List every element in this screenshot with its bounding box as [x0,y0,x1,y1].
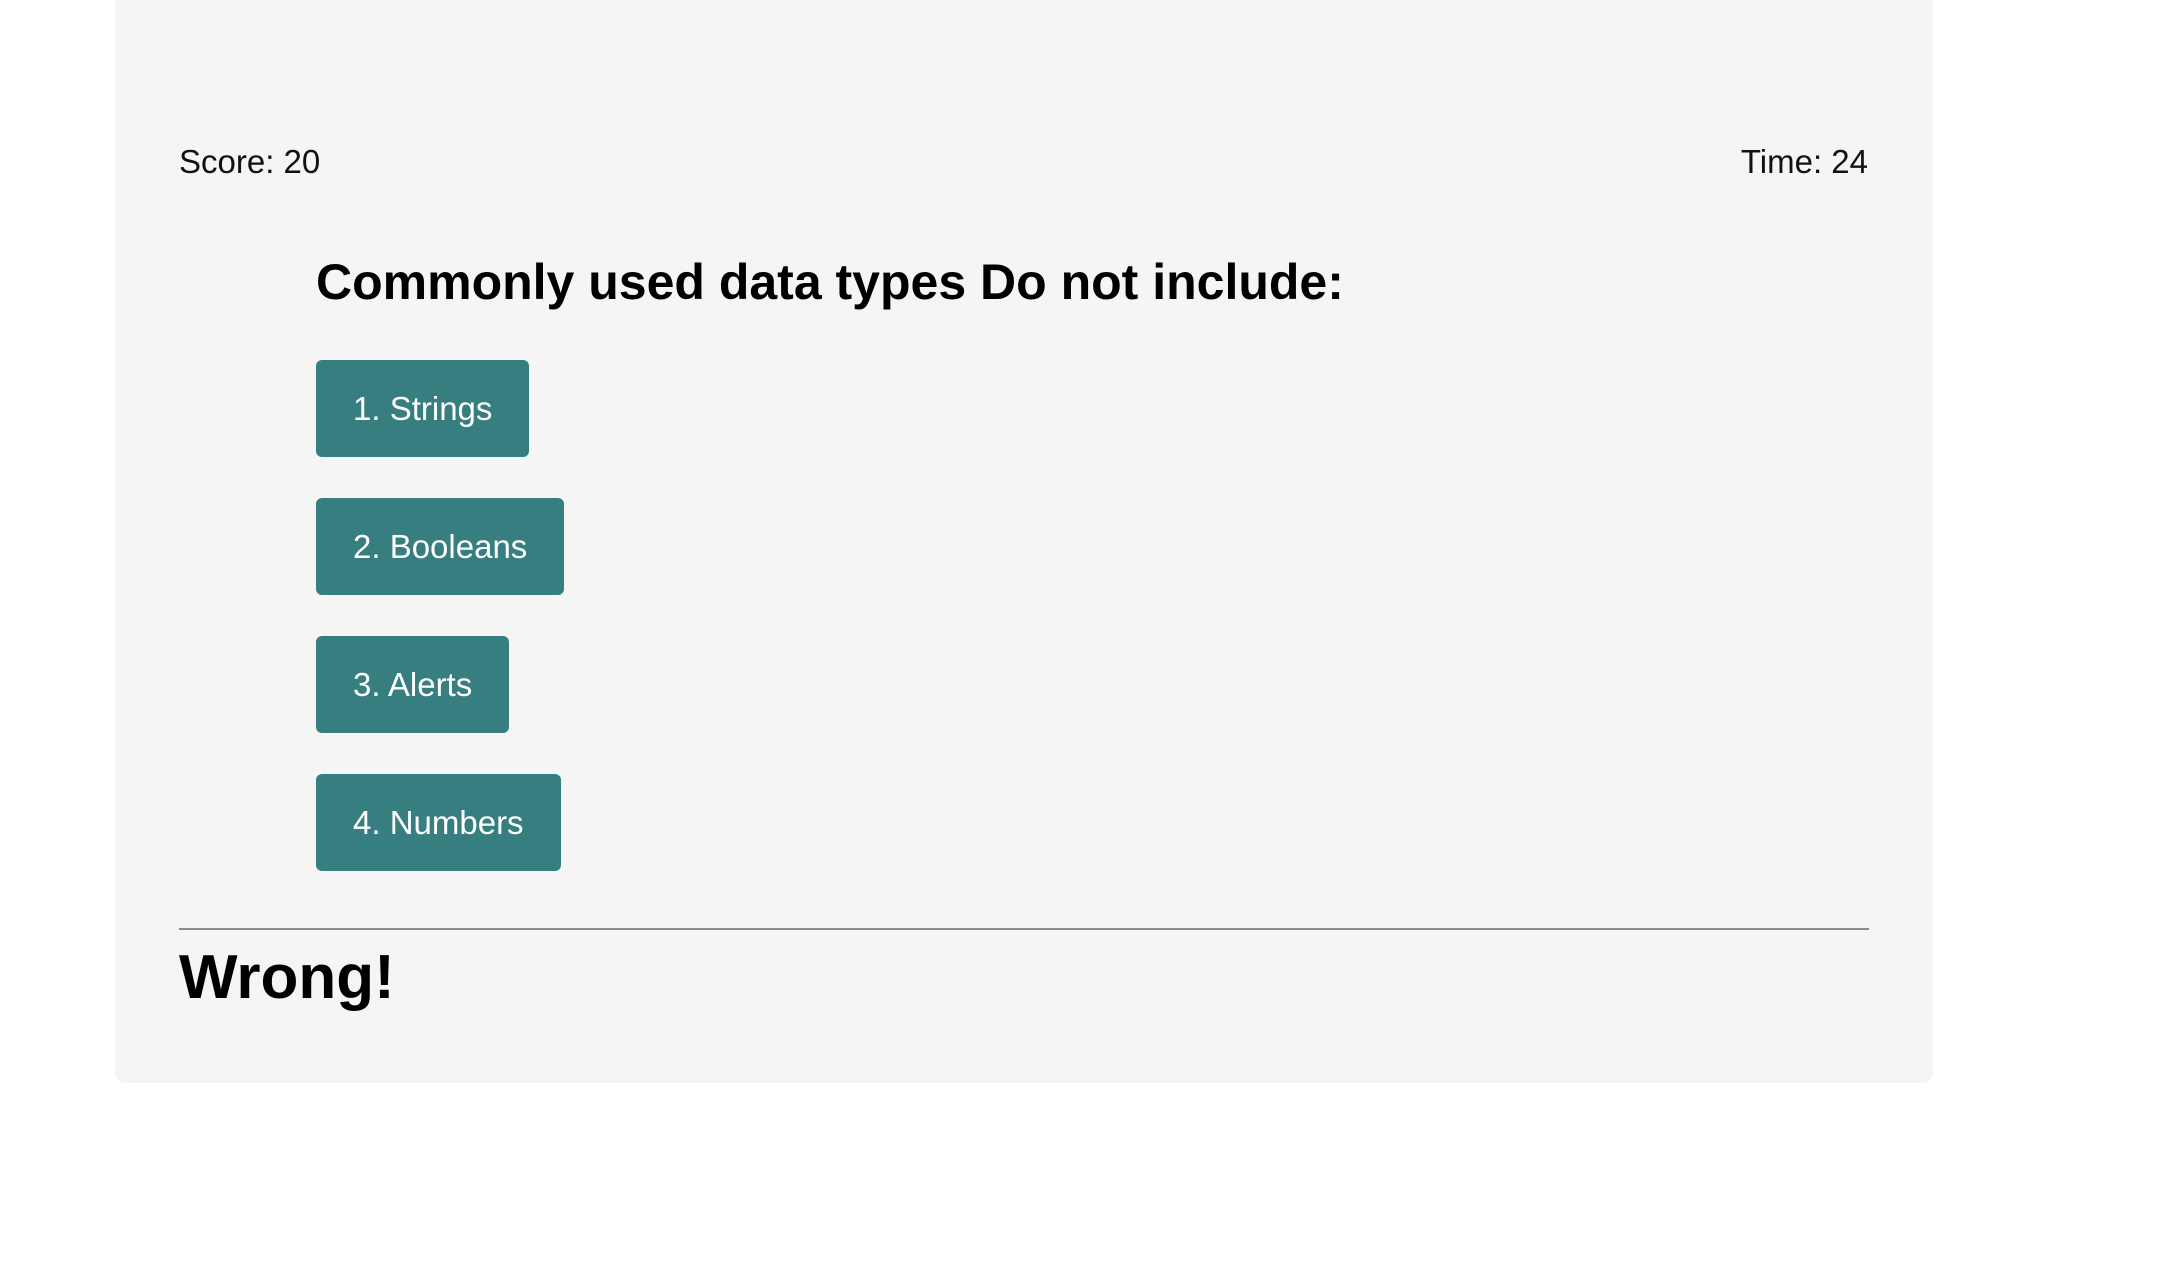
choice-numbers-button[interactable]: 4. Numbers [316,774,561,871]
timer-display: Time: 24 [1740,143,1868,180]
choice-strings-button[interactable]: 1. Strings [316,360,530,457]
answer-choices: 1. Strings 2. Booleans 3. Alerts 4. Numb… [316,360,565,871]
score-display: Score: 20 [179,143,321,180]
question-title: Commonly used data types Do not include: [316,254,1344,310]
answer-feedback: Wrong! [179,943,395,1012]
choice-booleans-button[interactable]: 2. Booleans [316,498,565,595]
choice-alerts-button[interactable]: 3. Alerts [316,636,510,733]
quiz-card: Score: 20 Time: 24 Commonly used data ty… [115,0,1933,1083]
feedback-divider [179,928,1869,930]
